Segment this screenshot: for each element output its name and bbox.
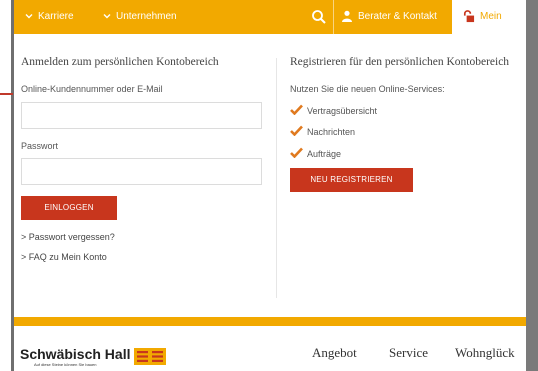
search-icon[interactable] <box>311 9 327 25</box>
register-intro: Nutzen Sie die neuen Online-Services: <box>290 84 445 94</box>
service-item-label: Vertragsübersicht <box>307 106 378 116</box>
red-marker <box>0 93 13 95</box>
checkmark-icon <box>290 104 303 115</box>
service-item-label: Nachrichten <box>307 127 356 137</box>
nav-divider <box>333 0 334 34</box>
column-divider <box>276 58 277 298</box>
register-button[interactable]: NEU REGISTRIEREN <box>290 168 413 192</box>
chevron-down-icon <box>103 14 111 19</box>
checkmark-icon <box>290 125 303 136</box>
footer: Schwäbisch Hall Auf diese Steine können … <box>14 327 526 371</box>
lock-icon <box>463 10 475 22</box>
checkmark-icon <box>290 147 303 158</box>
nav-item-karriere[interactable]: Karriere <box>24 0 74 34</box>
window-right-edge <box>526 0 538 371</box>
brand-name[interactable]: Schwäbisch Hall <box>20 346 130 362</box>
brand-logo-icon[interactable] <box>134 348 166 365</box>
forgot-password-link[interactable]: > Passwort vergessen? <box>21 232 115 242</box>
password-label: Passwort <box>21 141 59 151</box>
service-item-label: Aufträge <box>307 149 342 159</box>
account-panel: Anmelden zum persönlichen Kontobereich O… <box>14 34 526 317</box>
nav-item-unternehmen[interactable]: Unternehmen <box>102 0 177 34</box>
top-nav-bar: Karriere Unternehmen Berater & Kontakt M… <box>14 0 526 56</box>
customer-number-label: Online-Kundennummer oder E-Mail <box>21 84 163 94</box>
nav-item-berater[interactable]: Berater & Kontakt <box>341 0 437 34</box>
login-button[interactable]: EINLOGGEN <box>21 196 117 220</box>
chevron-down-icon <box>25 14 33 19</box>
faq-link[interactable]: > FAQ zu Mein Konto <box>21 252 107 262</box>
customer-number-input[interactable] <box>21 102 262 129</box>
footer-nav-angebot[interactable]: Angebot <box>312 345 357 361</box>
register-heading: Registrieren für den persönlichen Kontob… <box>290 56 510 68</box>
nav-item-label: Berater & Kontakt <box>358 11 437 22</box>
nav-item-label: Unternehmen <box>116 11 177 22</box>
person-icon <box>342 11 352 23</box>
footer-stripe <box>14 317 526 326</box>
login-heading: Anmelden zum persönlichen Kontobereich <box>21 56 219 68</box>
footer-nav-service[interactable]: Service <box>389 345 428 361</box>
nav-item-mein-konto[interactable]: Mein Konto <box>452 0 526 56</box>
window-left-edge <box>0 0 14 371</box>
brand-tagline: Auf diese Steine können Sie bauen <box>34 362 97 367</box>
footer-nav-wohnglueck[interactable]: Wohnglück <box>455 345 515 361</box>
password-input[interactable] <box>21 158 262 185</box>
nav-item-label: Karriere <box>38 11 74 22</box>
